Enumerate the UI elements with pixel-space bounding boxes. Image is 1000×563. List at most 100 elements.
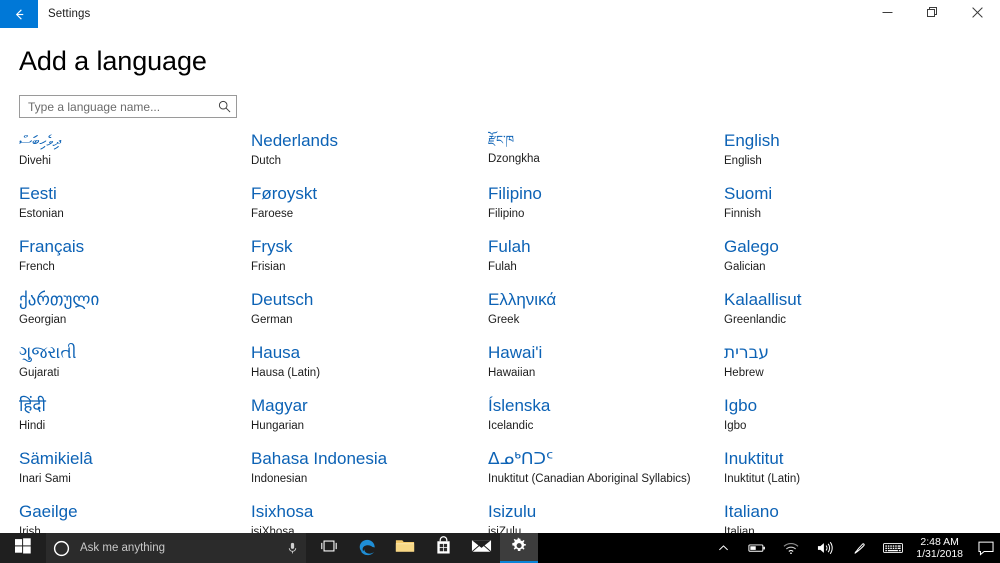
- language-item[interactable]: Bahasa Indonesia Indonesian: [251, 447, 483, 500]
- taskbar-app-mail[interactable]: [462, 533, 500, 563]
- language-native-name: ᐃᓄᒃᑎᑐᑦ: [488, 449, 554, 469]
- clock-time: 2:48 AM: [920, 536, 959, 548]
- language-native-name: Eesti: [19, 184, 57, 203]
- language-english-name: Hebrew: [724, 367, 764, 379]
- language-english-name: Dutch: [251, 155, 282, 167]
- language-column-1: ދިވެހިބަސް Divehi Eesti Estonian Françai…: [19, 129, 251, 533]
- language-item[interactable]: ދިވެހިބަސް Divehi: [19, 129, 251, 182]
- language-item[interactable]: Ελληνικά Greek: [488, 288, 724, 341]
- language-english-name: Irish: [19, 526, 41, 533]
- back-arrow-icon: [12, 7, 27, 22]
- start-button[interactable]: [0, 533, 46, 563]
- language-item[interactable]: Fulah Fulah: [488, 235, 724, 288]
- network-wifi-icon[interactable]: [774, 533, 808, 563]
- language-native-name: עברית: [724, 343, 770, 363]
- language-native-name: ქართული: [19, 290, 100, 310]
- language-native-name: Frysk: [251, 237, 293, 256]
- language-item[interactable]: Italiano Italian: [724, 500, 956, 533]
- language-item[interactable]: Deutsch German: [251, 288, 483, 341]
- language-english-name: Icelandic: [488, 420, 534, 432]
- battery-icon[interactable]: [740, 533, 774, 563]
- language-item[interactable]: Eesti Estonian: [19, 182, 251, 235]
- language-item[interactable]: Føroyskt Faroese: [251, 182, 483, 235]
- restore-icon: [927, 5, 938, 23]
- language-item[interactable]: Inuktitut Inuktitut (Latin): [724, 447, 956, 500]
- cortana-circle-icon: [46, 540, 76, 557]
- language-native-name: Bahasa Indonesia: [251, 449, 388, 468]
- close-icon: [972, 5, 983, 23]
- language-item[interactable]: עברית Hebrew: [724, 341, 956, 394]
- language-item[interactable]: Íslenska Icelandic: [488, 394, 724, 447]
- language-item[interactable]: Frysk Frisian: [251, 235, 483, 288]
- language-native-name: Filipino: [488, 184, 542, 203]
- language-item[interactable]: हिंदी Hindi: [19, 394, 251, 447]
- action-center-button[interactable]: [972, 533, 1000, 563]
- system-tray: 2:48 AM 1/31/2018: [706, 533, 1000, 563]
- language-item[interactable]: Filipino Filipino: [488, 182, 724, 235]
- taskbar-app-settings[interactable]: [500, 533, 538, 563]
- language-english-name: isiZulu: [488, 526, 522, 533]
- language-item[interactable]: ગુજરાતી Gujarati: [19, 341, 251, 394]
- back-button[interactable]: [0, 0, 38, 28]
- language-native-name: Kalaallisut: [724, 290, 802, 309]
- language-english-name: Greek: [488, 314, 520, 326]
- taskbar-app-task-view[interactable]: [310, 533, 348, 563]
- language-native-name: Nederlands: [251, 131, 338, 150]
- search-input[interactable]: [20, 96, 212, 117]
- language-item[interactable]: ქართული Georgian: [19, 288, 251, 341]
- language-english-name: Divehi: [19, 155, 51, 167]
- language-item[interactable]: ᐃᓄᒃᑎᑐᑦ Inuktitut (Canadian Aboriginal Sy…: [488, 447, 724, 500]
- language-english-name: Faroese: [251, 208, 294, 220]
- settings-window: Settings Add a language Type a language …: [0, 0, 1000, 533]
- language-column-4: English English Suomi Finnish Galego Gal…: [724, 129, 956, 533]
- pen-icon[interactable]: [842, 533, 876, 563]
- touch-keyboard-icon[interactable]: [876, 533, 910, 563]
- language-item[interactable]: རྫོང་ཁ Dzongkha: [488, 129, 724, 182]
- language-search-box[interactable]: [19, 95, 237, 118]
- language-item[interactable]: Hawai'i Hawaiian: [488, 341, 724, 394]
- language-item[interactable]: Magyar Hungarian: [251, 394, 483, 447]
- language-native-name: हिंदी: [19, 396, 46, 416]
- language-item[interactable]: Isizulu isiZulu: [488, 500, 724, 533]
- search-icon[interactable]: [212, 96, 236, 117]
- language-english-name: Hausa (Latin): [251, 367, 321, 379]
- taskbar-app-buttons: [306, 533, 538, 563]
- title-bar: Settings: [0, 0, 1000, 28]
- language-item[interactable]: Gaeilge Irish: [19, 500, 251, 533]
- language-native-name: Sämikielâ: [19, 449, 93, 468]
- edge-icon: [357, 536, 377, 561]
- language-native-name: ગુજરાતી: [19, 343, 77, 363]
- language-item[interactable]: Français French: [19, 235, 251, 288]
- microphone-icon[interactable]: [278, 542, 306, 555]
- language-item[interactable]: Nederlands Dutch: [251, 129, 483, 182]
- language-item[interactable]: Hausa Hausa (Latin): [251, 341, 483, 394]
- volume-icon[interactable]: [808, 533, 842, 563]
- taskbar-app-edge[interactable]: [348, 533, 386, 563]
- language-english-name: Indonesian: [251, 473, 308, 485]
- minimize-button[interactable]: [865, 0, 910, 28]
- language-english-name: Georgian: [19, 314, 67, 326]
- language-item[interactable]: Galego Galician: [724, 235, 956, 288]
- language-english-name: Filipino: [488, 208, 525, 220]
- language-native-name: Deutsch: [251, 290, 314, 309]
- language-item[interactable]: Suomi Finnish: [724, 182, 956, 235]
- folder-icon: [395, 537, 415, 559]
- language-item[interactable]: English English: [724, 129, 956, 182]
- taskbar-app-store[interactable]: [424, 533, 462, 563]
- language-native-name: Igbo: [724, 396, 758, 415]
- language-item[interactable]: Igbo Igbo: [724, 394, 956, 447]
- language-item[interactable]: Isixhosa isiXhosa: [251, 500, 483, 533]
- taskbar-clock[interactable]: 2:48 AM 1/31/2018: [910, 533, 972, 563]
- language-english-name: Igbo: [724, 420, 747, 432]
- restore-button[interactable]: [910, 0, 955, 28]
- close-button[interactable]: [955, 0, 1000, 28]
- taskbar-app-file-explorer[interactable]: [386, 533, 424, 563]
- language-english-name: Estonian: [19, 208, 64, 220]
- language-item[interactable]: Kalaallisut Greenlandic: [724, 288, 956, 341]
- show-hidden-icons-button[interactable]: [706, 533, 740, 563]
- language-native-name: Gaeilge: [19, 502, 78, 521]
- language-item[interactable]: Sämikielâ Inari Sami: [19, 447, 251, 500]
- cortana-search-box[interactable]: Ask me anything: [46, 533, 306, 563]
- language-native-name: Français: [19, 237, 85, 256]
- language-native-name: Suomi: [724, 184, 773, 203]
